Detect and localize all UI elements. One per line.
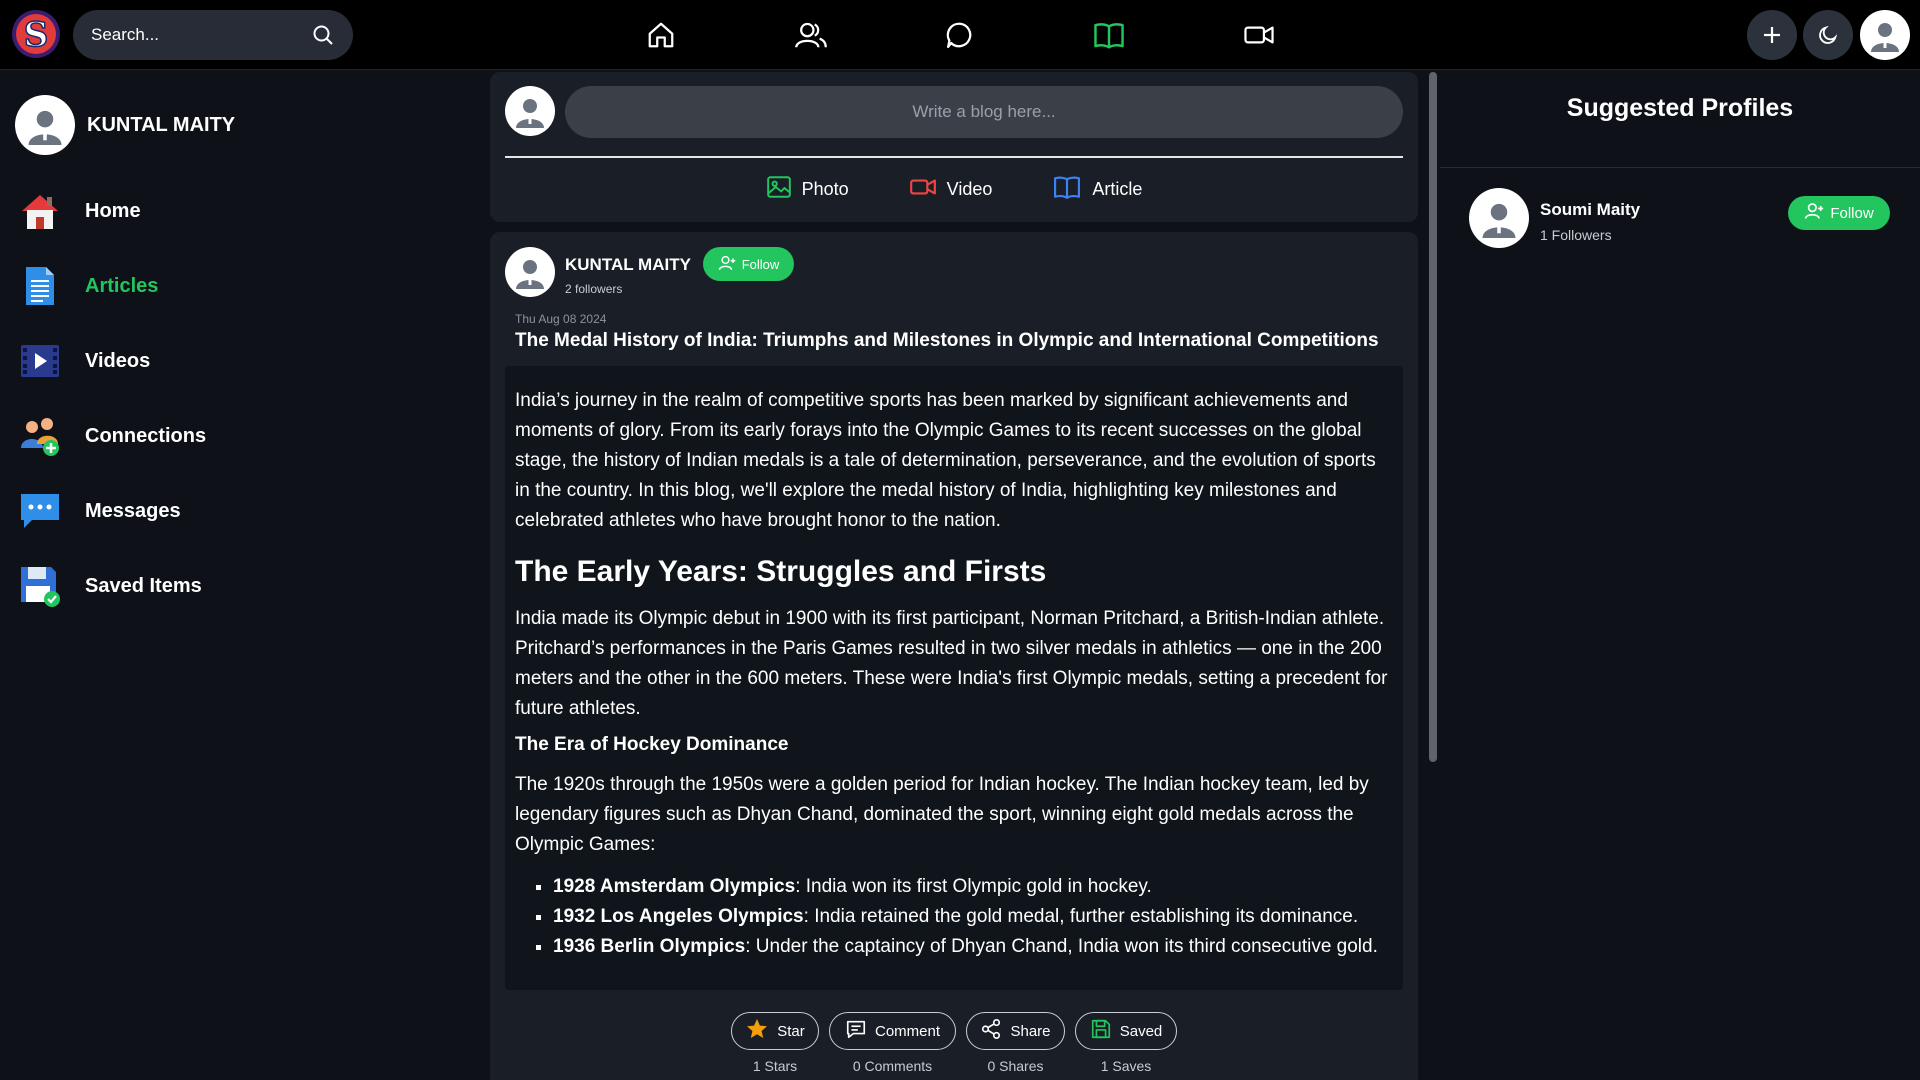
photo-icon <box>766 174 792 205</box>
search-bar[interactable]: Search... <box>73 10 353 60</box>
panel-divider <box>1440 167 1920 168</box>
blog-input[interactable]: Write a blog here... <box>565 86 1403 138</box>
app-logo-icon[interactable]: S <box>10 8 62 60</box>
share-button[interactable]: Share <box>966 1012 1065 1050</box>
saved-label: Saved <box>1119 1022 1163 1040</box>
search-icon[interactable] <box>311 23 335 47</box>
star-count: 1 Stars <box>752 1058 798 1074</box>
sidebar-item-videos[interactable]: Videos <box>18 336 150 386</box>
articles-icon <box>18 264 62 308</box>
connections-icon <box>18 414 62 458</box>
add-user-icon <box>1804 201 1824 225</box>
book-icon[interactable] <box>1091 17 1127 53</box>
sidebar-profile[interactable]: KUNTAL MAITY <box>15 95 235 155</box>
photo-label: Photo <box>801 179 849 199</box>
sidebar-item-articles[interactable]: Articles <box>18 261 158 311</box>
follow-label: Follow <box>1830 204 1874 222</box>
add-user-icon <box>718 254 736 275</box>
blog-post: KUNTAL MAITY Follow 2 followers Thu Aug … <box>490 232 1418 1080</box>
post-author-avatar[interactable] <box>505 247 555 297</box>
post-content: India’s journey in the realm of competit… <box>505 366 1403 990</box>
comment-button[interactable]: Comment <box>829 1012 956 1050</box>
left-sidebar: KUNTAL MAITY Home Articles Videos Connec… <box>0 70 480 1080</box>
composer-divider <box>505 156 1403 158</box>
search-input[interactable]: Search... <box>91 25 311 45</box>
sidebar-item-label: Home <box>85 199 141 222</box>
suggested-profiles-panel: Suggested Profiles Soumi Maity 1 Followe… <box>1440 70 1920 1080</box>
blog-composer: Write a blog here... Photo Video Article <box>490 72 1418 222</box>
sidebar-item-label: Saved Items <box>85 574 202 597</box>
star-button[interactable]: Star <box>731 1012 819 1050</box>
post-intro-paragraph: India’s journey in the realm of competit… <box>515 390 1376 531</box>
sidebar-item-messages[interactable]: Messages <box>18 486 181 536</box>
share-label: Share <box>1010 1022 1051 1040</box>
people-icon[interactable] <box>793 17 829 53</box>
post-paragraph: India made its Olympic debut in 1900 wit… <box>515 608 1388 719</box>
post-subheading: The Era of Hockey Dominance <box>515 734 789 755</box>
home-icon[interactable] <box>643 17 679 53</box>
profile-name[interactable]: KUNTAL MAITY <box>87 114 235 137</box>
post-title: The Medal History of India: Triumphs and… <box>515 330 1379 351</box>
follow-label: Follow <box>741 256 780 272</box>
videos-icon <box>18 339 62 383</box>
composer-actions: Photo Video Article <box>490 174 1418 205</box>
share-icon <box>980 1018 1002 1044</box>
photo-button[interactable]: Photo <box>766 174 849 205</box>
sidebar-item-connections[interactable]: Connections <box>18 411 206 461</box>
post-date: Thu Aug 08 2024 <box>515 312 607 326</box>
messages-icon <box>18 489 62 533</box>
dark-mode-toggle[interactable] <box>1803 10 1853 60</box>
list-item: 1936 Berlin Olympics: Under the captainc… <box>553 932 1393 962</box>
share-count: 0 Shares <box>987 1058 1044 1074</box>
feed-scrollbar-thumb[interactable] <box>1429 72 1437 762</box>
follow-author-button[interactable]: Follow <box>703 247 794 281</box>
video-upload-button[interactable]: Video <box>909 174 993 205</box>
saved-icon <box>18 564 62 608</box>
comment-label: Comment <box>874 1022 941 1040</box>
star-icon <box>745 1017 769 1045</box>
list-item: 1928 Amsterdam Olympics: India won its f… <box>553 872 1393 902</box>
suggested-profile-followers: 1 Followers <box>1540 227 1612 243</box>
post-bullet-list: 1928 Amsterdam Olympics: India won its f… <box>553 872 1393 962</box>
post-paragraph: The 1920s through the 1950s were a golde… <box>515 774 1369 855</box>
composer-avatar <box>505 86 555 136</box>
user-avatar[interactable] <box>1860 10 1910 60</box>
house-icon <box>18 189 62 233</box>
comment-count: 0 Comments <box>852 1058 933 1074</box>
article-label: Article <box>1092 179 1143 199</box>
top-bar: S Search... <box>0 0 1920 70</box>
suggested-profiles-title: Suggested Profiles <box>1566 94 1794 122</box>
save-count: 1 Saves <box>1100 1058 1152 1074</box>
svg-text:S: S <box>24 15 49 55</box>
comment-icon <box>845 1018 867 1044</box>
suggested-profile-name[interactable]: Soumi Maity <box>1540 200 1640 220</box>
profile-avatar[interactable] <box>15 95 75 155</box>
post-author-name[interactable]: KUNTAL MAITY <box>565 255 691 275</box>
sidebar-item-home[interactable]: Home <box>18 186 141 236</box>
video-icon[interactable] <box>1241 17 1277 53</box>
saved-button[interactable]: Saved <box>1075 1012 1177 1050</box>
add-button[interactable] <box>1747 10 1797 60</box>
star-label: Star <box>777 1022 805 1040</box>
suggested-profile-avatar[interactable] <box>1469 188 1529 248</box>
video-label: Video <box>946 179 993 199</box>
article-button[interactable]: Article <box>1052 174 1142 205</box>
sidebar-item-label: Videos <box>85 349 151 372</box>
floppy-disk-icon <box>1090 1018 1112 1044</box>
follow-suggested-button[interactable]: Follow <box>1788 196 1890 230</box>
list-item: 1932 Los Angeles Olympics: India retaine… <box>553 902 1393 932</box>
post-heading: The Early Years: Struggles and Firsts <box>515 555 1047 588</box>
sidebar-item-label: Messages <box>85 499 181 522</box>
sidebar-item-saved-items[interactable]: Saved Items <box>18 561 202 611</box>
chat-icon[interactable] <box>942 17 978 53</box>
open-book-icon <box>1052 174 1082 205</box>
sidebar-item-label: Articles <box>85 274 159 297</box>
video-camera-icon <box>909 174 937 205</box>
sidebar-item-label: Connections <box>85 424 207 447</box>
post-author-followers: 2 followers <box>565 282 623 296</box>
